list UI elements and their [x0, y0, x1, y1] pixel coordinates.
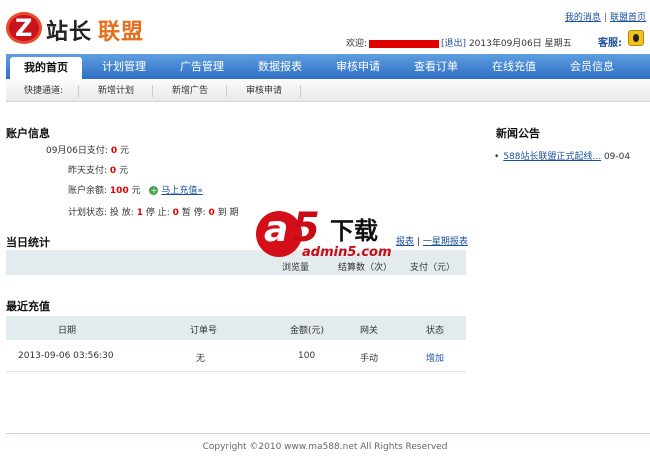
plan-stopped-value: 0 [172, 208, 179, 218]
plan-active-value: 1 [136, 208, 143, 218]
current-date: 2013年09月06日 星期五 [468, 39, 572, 49]
tab-member-info[interactable]: 会员信息 [556, 54, 628, 79]
redacted-username [369, 39, 440, 48]
divider [226, 85, 227, 97]
unit-label: 元 [119, 146, 129, 156]
tab-plan-management[interactable]: 计划管理 [88, 54, 160, 79]
logout-link[interactable]: [退出] [441, 39, 466, 49]
divider [152, 85, 153, 97]
plan-status-row: 计划状态: 投 放: 1 停 止: 0 暂 停: 0 到 期 [68, 205, 239, 218]
qq-icon[interactable] [628, 30, 644, 46]
balance-row: 账户余额: 100 元 + 马上充值» [68, 183, 203, 196]
plan-active-label: 投 放: [109, 208, 134, 218]
today-payment-row: 09月06日支付: 0 元 [46, 143, 129, 156]
row-status: 增加 [426, 354, 445, 364]
col-amount: 金额(元) [290, 326, 325, 336]
watermark-url: admin5.com [302, 245, 392, 260]
tab-review-requests[interactable]: 审核申请 [322, 54, 394, 79]
table-row: 2013-09-06 03:56:30 无 100 手动 增加 [6, 340, 466, 372]
top-links-separator: | [603, 13, 607, 23]
divider [78, 85, 79, 97]
news-item: • 588站长联盟正式起线... 09-04 [494, 149, 630, 162]
col-date: 日期 [58, 326, 77, 336]
tab-view-orders[interactable]: 查看订单 [400, 54, 472, 79]
news-title: 新闻公告 [496, 127, 540, 140]
watermark-text: 下载 [330, 217, 378, 245]
balance-value: 100 [109, 186, 129, 196]
bullet-icon: • [494, 152, 500, 162]
plan-status-label: 计划状态: [68, 208, 108, 218]
yesterday-payment-value: 0 [109, 166, 117, 176]
tab-ad-management[interactable]: 广告管理 [166, 54, 238, 79]
union-home-link[interactable]: 联盟首页 [610, 13, 646, 23]
row-gateway: 手动 [360, 354, 379, 364]
footer-divider [6, 433, 650, 434]
yesterday-payment-row: 昨天支付: 0 元 [68, 163, 128, 176]
footer-copyright: Copyright ©2010 www.ma588.net All Rights… [202, 442, 448, 452]
unit-label: 元 [119, 166, 129, 176]
weekly-report-link[interactable]: 一星期报表 [423, 237, 468, 247]
col-order-no: 订单号 [190, 326, 218, 336]
site-logo[interactable]: Z 站长 联盟 [6, 10, 154, 46]
quick-link-new-plan[interactable]: 新增计划 [98, 80, 134, 102]
balance-label: 账户余额: [68, 186, 108, 196]
quick-links-label: 快捷通道: [24, 86, 64, 96]
col-status: 状态 [426, 326, 445, 336]
account-info-title: 账户信息 [6, 127, 50, 140]
row-amount: 100 [298, 351, 316, 361]
recharge-now-link[interactable]: 马上充值» [161, 186, 203, 196]
quick-links-bar: 快捷通道: 新增计划 新增广告 审核申请 [6, 80, 650, 102]
yesterday-payment-label: 昨天支付: [68, 166, 108, 176]
plan-paused-value: 0 [208, 208, 215, 218]
daily-stats-title: 当日统计 [6, 236, 50, 249]
today-payment-value: 0 [110, 146, 118, 156]
unit-label: 元 [131, 186, 141, 196]
tab-data-reports[interactable]: 数据报表 [244, 54, 316, 79]
col-payment: 支付（元） [410, 263, 456, 273]
stats-links-separator: | [416, 237, 420, 247]
divider [300, 85, 301, 97]
my-messages-link[interactable]: 我的消息 [565, 13, 601, 23]
row-date: 2013-09-06 03:56:30 [18, 351, 114, 361]
plan-paused-label: 暂 停: [181, 208, 206, 218]
customer-service-label: 客服: [598, 38, 622, 49]
today-payment-label: 09月06日支付: [46, 146, 108, 156]
recharge-table-header: 日期 订单号 金额(元) 网关 状态 [6, 316, 466, 340]
logo-text-accent: 联盟 [98, 20, 145, 45]
row-order-no: 无 [196, 354, 206, 364]
welcome-bar: 欢迎: [退出] 2013年09月06日 星期五 [346, 36, 572, 49]
quick-link-new-ad[interactable]: 新增广告 [172, 80, 208, 102]
tab-online-recharge[interactable]: 在线充值 [478, 54, 550, 79]
quick-link-review[interactable]: 审核申请 [246, 80, 282, 102]
watermark-letter: a [264, 209, 289, 250]
stats-links: 报表 | 一星期报表 [396, 234, 468, 247]
plus-icon: + [149, 186, 159, 195]
tab-home[interactable]: 我的首页 [10, 57, 82, 79]
top-links: 我的消息 | 联盟首页 [565, 10, 646, 23]
logo-emblem-icon: Z [6, 12, 42, 44]
welcome-label: 欢迎: [346, 39, 368, 49]
recent-recharge-title: 最近充值 [6, 300, 50, 313]
col-gateway: 网关 [360, 326, 379, 336]
main-nav: 我的首页 计划管理 广告管理 数据报表 审核申请 查看订单 在线充值 会员信息 [6, 54, 650, 79]
logo-letter: Z [15, 14, 33, 42]
plan-stopped-label: 停 止: [145, 208, 170, 218]
plan-expired-label: 到 期 [217, 208, 239, 218]
news-item-link[interactable]: 588站长联盟正式起线... [503, 152, 601, 162]
admin5-watermark: a 5 下载 admin5.com [252, 205, 400, 263]
logo-text-main: 站长 [46, 20, 93, 45]
news-item-date: 09-04 [603, 152, 631, 162]
